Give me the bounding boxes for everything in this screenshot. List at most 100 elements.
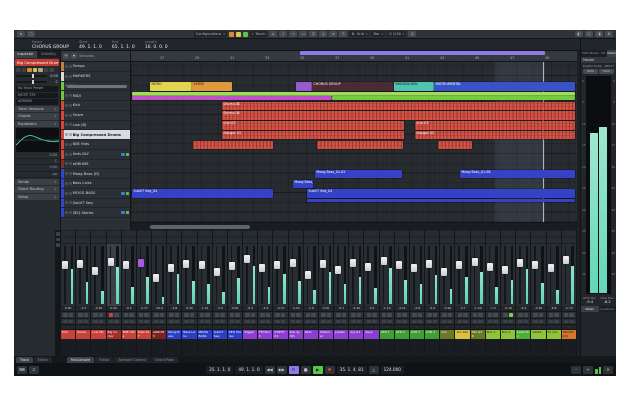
channel-name-label[interactable]: Moog Bass (167, 330, 181, 339)
track-row[interactable]: Bass Licks (61, 179, 130, 189)
channel-insert-rack[interactable] (380, 230, 394, 244)
inspector-section-equalizers[interactable]: Equalizers▾ (15, 121, 59, 128)
info-length-column[interactable]: Length 16. 0. 0. 0 (145, 40, 168, 50)
channel-fader[interactable] (274, 261, 280, 269)
channel-insert-rack[interactable] (228, 230, 242, 244)
track-visibility-configurations-select[interactable]: Configurations ▾ (194, 31, 227, 37)
channel-mute-button[interactable] (245, 313, 250, 317)
channel-mute-button[interactable] (442, 313, 447, 317)
info-name-value[interactable]: CHORUS GROUP (32, 45, 69, 51)
channel-insert-rack[interactable] (471, 230, 485, 244)
channel-solo-button[interactable] (296, 313, 301, 317)
channel-insert-rack[interactable] (122, 230, 136, 244)
channel-write-button[interactable] (524, 320, 529, 323)
mixer-channel-strip[interactable]: -3.9–Keys (364, 230, 379, 356)
channel-write-button[interactable] (114, 320, 119, 323)
channel-name-label[interactable]: Adlibs (531, 330, 545, 339)
track-row[interactable]: SEQ Stereo (61, 208, 130, 218)
channel-insert-rack[interactable] (516, 230, 530, 244)
channel-insert-rack[interactable] (364, 230, 378, 244)
channel-write-button[interactable] (205, 320, 210, 323)
track-eq-button[interactable] (126, 153, 130, 156)
right-zone-tab-meter[interactable]: Meter (607, 50, 616, 57)
right-locator-value[interactable]: 49. 1. 1. 0 (235, 366, 262, 374)
arrangement-part[interactable]: Hangar 03 (415, 131, 575, 140)
horizontal-scrollbar[interactable] (131, 222, 577, 230)
track-row[interactable]: MIDI (61, 91, 130, 101)
channel-read-button[interactable] (139, 320, 144, 323)
channel-fader[interactable] (396, 261, 402, 269)
mixer-channel-strip[interactable]: -3.7–Vox Dbl (455, 230, 470, 356)
mute-activity-button[interactable] (236, 32, 241, 37)
inspector-tab-inspector[interactable]: Inspector (14, 51, 37, 58)
arrangement-part[interactable] (438, 141, 472, 150)
channel-read-button[interactable] (488, 320, 493, 323)
arrangement-part[interactable]: Moog Bass_01-02 (315, 170, 402, 179)
channel-insert-rack[interactable] (152, 230, 166, 244)
horizontal-scrollbar-thumb[interactable] (150, 225, 250, 229)
channel-read-button[interactable] (200, 320, 205, 323)
channel-write-button[interactable] (175, 320, 180, 323)
channel-read-button[interactable] (321, 320, 326, 323)
channel-name-label[interactable]: GTR 1 (380, 330, 394, 339)
record-button[interactable] (325, 366, 335, 374)
channel-mute-button[interactable] (291, 313, 296, 317)
channel-name-label[interactable]: FX Vox (547, 330, 561, 339)
channel-fader[interactable] (259, 264, 265, 272)
arrangement-part[interactable]: INTRO (150, 82, 192, 91)
channel-solo-button[interactable] (509, 313, 514, 317)
channel-solo-button[interactable] (160, 313, 165, 317)
arrangement-part[interactable] (193, 141, 273, 150)
channel-fader[interactable] (426, 260, 432, 268)
channel-read-button[interactable] (549, 320, 554, 323)
channel-solo-button[interactable] (448, 313, 453, 317)
channel-mute-button[interactable] (215, 313, 220, 317)
channel-insert-rack[interactable] (273, 230, 287, 244)
channel-write-button[interactable] (433, 320, 438, 323)
equalizer-curve-display[interactable] (16, 128, 59, 152)
channel-read-button[interactable] (215, 320, 220, 323)
channel-write-button[interactable] (478, 320, 483, 323)
channel-insert-rack[interactable] (319, 230, 333, 244)
mixer-channel-strip[interactable]: -1.21–MOOG BASS (198, 230, 213, 356)
channel-name-label[interactable]: eDRUMS (152, 330, 166, 339)
channel-mute-button[interactable] (109, 313, 114, 317)
track-row[interactable]: Moog Bass (D) (61, 169, 130, 179)
channel-name-label[interactable]: SEQ Stereo (228, 330, 242, 339)
track-row[interactable]: eDRUMS (61, 160, 130, 170)
channel-write-button[interactable] (387, 320, 392, 323)
mixer-snapshots-button[interactable] (56, 243, 60, 247)
track-filter-button[interactable]: ▾ (71, 53, 77, 59)
track-solo-button[interactable] (69, 75, 72, 78)
channel-fader[interactable] (290, 259, 296, 267)
right-zone-bottom-tab-loudness[interactable]: Loudness (599, 306, 617, 312)
channel-insert-rack[interactable] (107, 230, 121, 244)
inspector-track-title[interactable]: Big Compressed Drums (15, 59, 59, 66)
inspector-field[interactable]: No Track Preset (16, 86, 58, 92)
channel-fader[interactable] (563, 256, 569, 264)
iterative-quantize-button[interactable]: Q (408, 31, 416, 37)
mixer-channel-strip[interactable]: -0.30–Adlibs (531, 230, 546, 356)
freeze-button[interactable] (38, 68, 43, 72)
channel-mute-button[interactable] (184, 313, 189, 317)
channel-solo-button[interactable] (357, 313, 362, 317)
pan-slider[interactable] (16, 81, 47, 84)
channel-read-button[interactable] (412, 320, 417, 323)
mixer-channel-strip[interactable]: -0.5–808 Hats (122, 230, 137, 356)
channel-insert-rack[interactable] (547, 230, 561, 244)
channel-write-button[interactable] (266, 320, 271, 323)
channel-mute-button[interactable] (169, 313, 174, 317)
arrangement-part[interactable]: SubV7 Seq_04 (132, 189, 273, 198)
mixer-channel-strip[interactable]: -1.40–DLY GTR (471, 230, 486, 356)
metronome-button[interactable]: △ (369, 366, 379, 374)
mixer-channel-strip[interactable]: -5.6–GTR 4 (425, 230, 440, 356)
channel-solo-button[interactable] (554, 313, 559, 317)
inspector-section-direct-routing[interactable]: Direct Routing▾ (15, 186, 59, 193)
channel-name-label[interactable]: Jupiter (334, 330, 348, 339)
channel-name-label[interactable]: BVs 2 (501, 330, 515, 339)
channel-write-button[interactable] (342, 320, 347, 323)
channel-solo-button[interactable] (433, 313, 438, 317)
volume-value[interactable]: 0.00 (49, 74, 58, 78)
timeline-ruler[interactable]: 272931333537394143454749 (131, 51, 577, 62)
channel-name-label[interactable]: SubV7 Seq (213, 330, 227, 339)
